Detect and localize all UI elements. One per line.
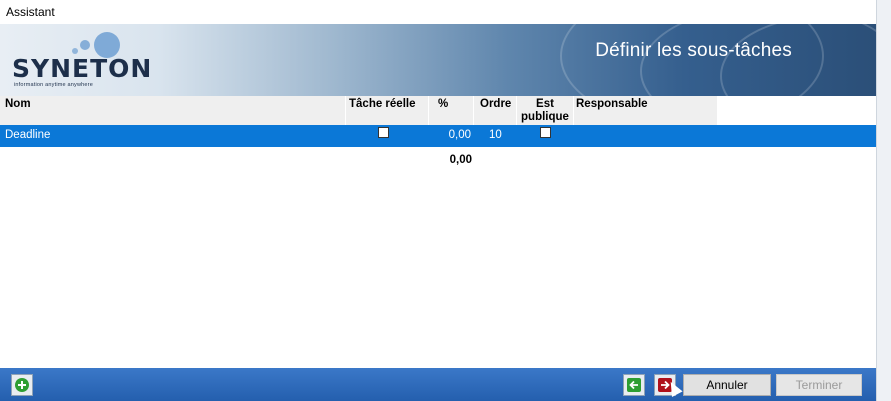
total-pourcent: 0,00 bbox=[449, 154, 472, 166]
subtasks-grid: Nom Tâche réelle % Ordre Est publique Re… bbox=[0, 96, 876, 368]
column-header-tache-reelle[interactable]: Tâche réelle bbox=[346, 96, 428, 125]
column-header-ordre[interactable]: Ordre bbox=[474, 96, 516, 125]
column-header-nom[interactable]: Nom bbox=[0, 96, 345, 125]
background-window-edge bbox=[876, 0, 891, 401]
logo-wordmark: SYNETON bbox=[12, 54, 153, 83]
window-title: Assistant bbox=[6, 5, 55, 19]
cell-ordre[interactable]: 10 bbox=[489, 129, 502, 141]
arrow-left-icon bbox=[627, 378, 641, 392]
cancel-button[interactable]: Annuler bbox=[683, 374, 771, 396]
cell-nom[interactable]: Deadline bbox=[5, 129, 50, 141]
column-header-est-publique[interactable]: Est publique bbox=[517, 96, 573, 125]
syneton-logo: SYNETON information anytime anywhere bbox=[12, 30, 202, 88]
table-row[interactable]: Deadline 0,00 10 bbox=[0, 125, 876, 147]
add-circle-icon bbox=[15, 378, 29, 392]
previous-step-button[interactable] bbox=[623, 374, 645, 396]
column-header-pourcent[interactable]: % bbox=[429, 96, 473, 125]
logo-dot bbox=[80, 40, 90, 50]
checkbox-tache-reelle[interactable] bbox=[378, 127, 389, 138]
header-banner: SYNETON information anytime anywhere Déf… bbox=[0, 24, 876, 96]
assistant-dialog: Assistant SYNETON information anytime an… bbox=[0, 0, 876, 401]
logo-tagline: information anytime anywhere bbox=[14, 82, 93, 88]
page-heading: Définir les sous-tâches bbox=[595, 40, 792, 61]
checkbox-est-publique[interactable] bbox=[540, 127, 551, 138]
footer-bar: Annuler Terminer bbox=[0, 368, 876, 401]
title-bar: Assistant bbox=[0, 0, 876, 24]
column-header-responsable[interactable]: Responsable bbox=[574, 96, 717, 125]
cell-pourcent[interactable]: 0,00 bbox=[429, 129, 471, 141]
add-subtask-button[interactable] bbox=[11, 374, 33, 396]
finish-button[interactable]: Terminer bbox=[776, 374, 862, 396]
